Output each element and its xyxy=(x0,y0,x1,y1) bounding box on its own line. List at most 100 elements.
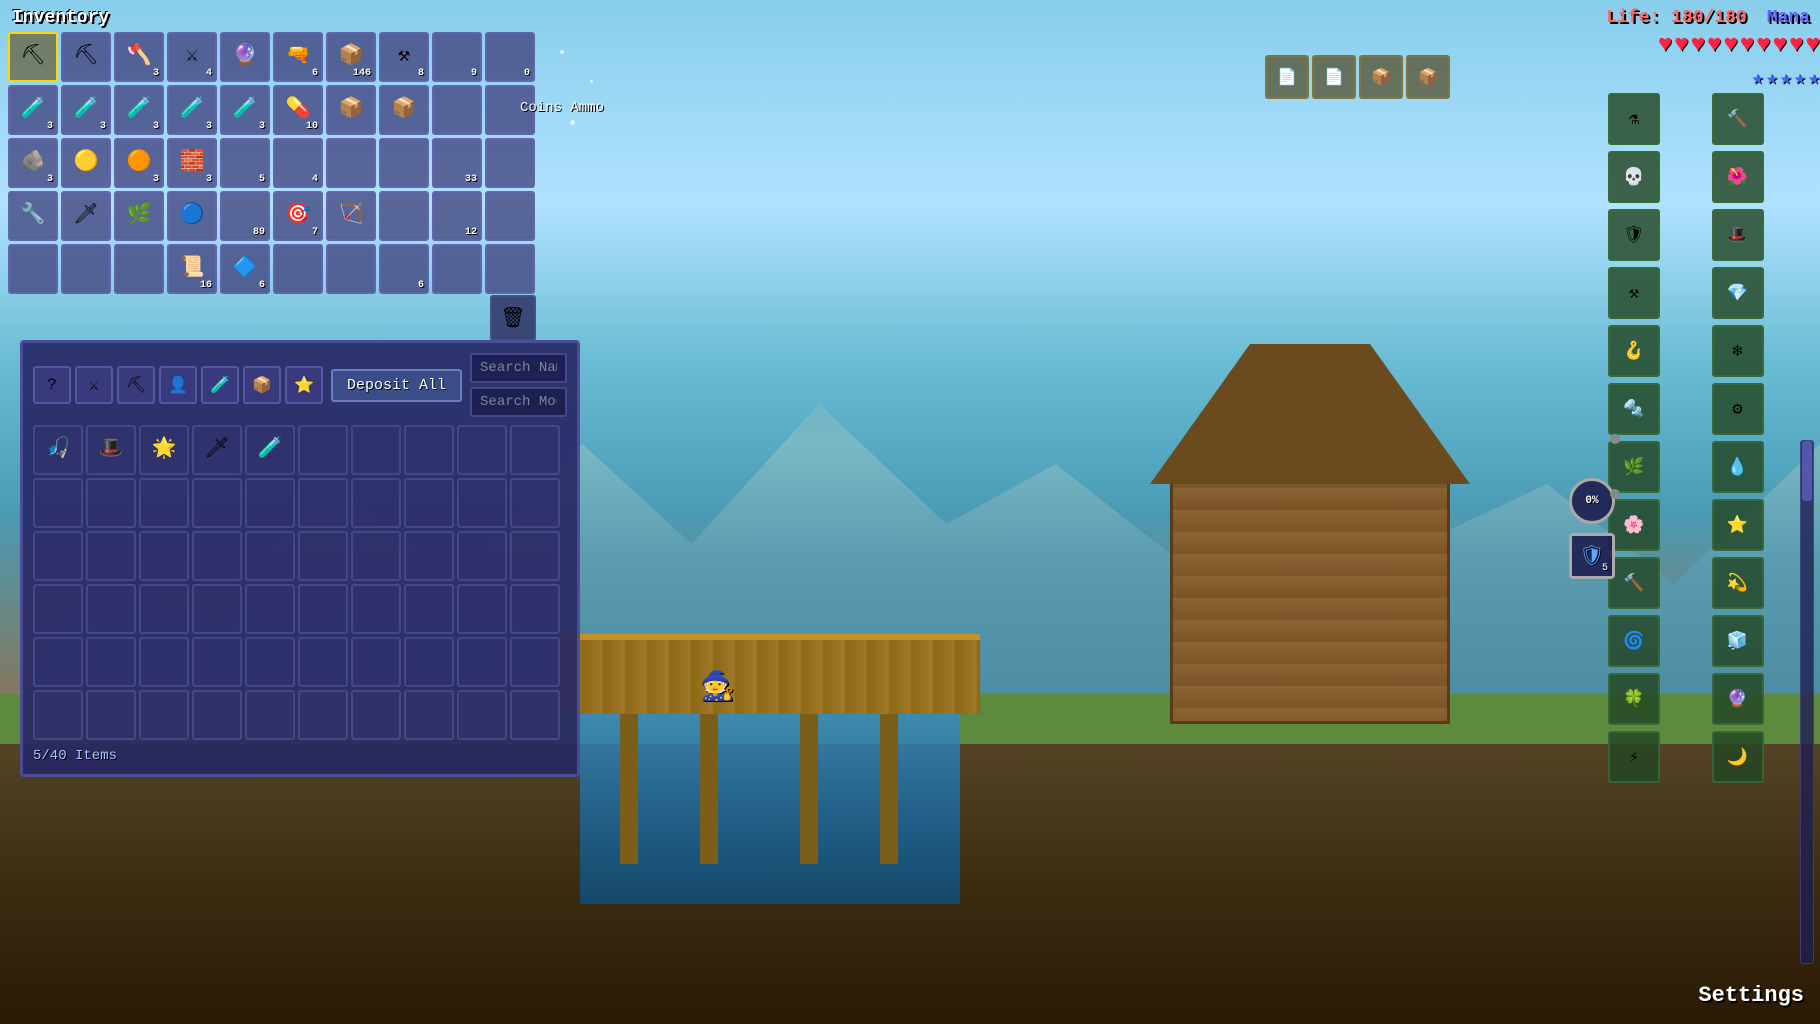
filter-icon-button[interactable]: 🧪 xyxy=(201,366,239,404)
storage-slot[interactable] xyxy=(33,584,83,634)
storage-slot[interactable] xyxy=(192,690,242,740)
right-panel-slot[interactable]: ❄ xyxy=(1712,325,1764,377)
storage-slot[interactable] xyxy=(139,637,189,687)
storage-slot[interactable] xyxy=(404,690,454,740)
inventory-slot[interactable]: 🔷6 xyxy=(220,244,270,294)
filter-icon-button[interactable]: 📦 xyxy=(243,366,281,404)
storage-slot[interactable] xyxy=(404,531,454,581)
right-panel-slot[interactable]: 🍀 xyxy=(1608,673,1660,725)
filter-icon-button[interactable]: ? xyxy=(33,366,71,404)
inventory-slot[interactable] xyxy=(485,244,535,294)
filter-icon-button[interactable]: ⛏ xyxy=(117,366,155,404)
right-panel-slot[interactable]: 🔨 xyxy=(1608,557,1660,609)
search-name-input[interactable] xyxy=(470,353,567,383)
deposit-all-button[interactable]: Deposit All xyxy=(331,369,462,402)
storage-slot[interactable] xyxy=(457,478,507,528)
right-panel-slot[interactable]: 🧊 xyxy=(1712,615,1764,667)
inventory-slot[interactable]: 📦 xyxy=(326,85,376,135)
storage-slot[interactable] xyxy=(351,637,401,687)
storage-slot[interactable] xyxy=(510,690,560,740)
right-panel-slot[interactable]: 💎 xyxy=(1712,267,1764,319)
inventory-slot[interactable]: 🎯7 xyxy=(273,191,323,241)
right-panel-slot[interactable]: 🌀 xyxy=(1608,615,1660,667)
storage-slot[interactable] xyxy=(33,531,83,581)
right-panel-slot[interactable]: 💧 xyxy=(1712,441,1764,493)
right-panel-slot[interactable]: 💀 xyxy=(1608,151,1660,203)
inventory-slot[interactable]: 🧪3 xyxy=(61,85,111,135)
inventory-slot[interactable]: 🧪3 xyxy=(8,85,58,135)
right-panel-slot[interactable]: 🛡 xyxy=(1608,209,1660,261)
right-panel-slot[interactable]: 🔮 xyxy=(1712,673,1764,725)
right-panel-slot[interactable]: ⚒ xyxy=(1608,267,1660,319)
accessory-slot-3[interactable]: 📦 xyxy=(1359,55,1403,99)
storage-slot[interactable] xyxy=(351,478,401,528)
right-panel-slot[interactable]: 💫 xyxy=(1712,557,1764,609)
settings-button[interactable]: Settings xyxy=(1698,983,1804,1008)
filter-icon-button[interactable]: ⭐ xyxy=(285,366,323,404)
right-panel-slot[interactable]: 🌿 xyxy=(1608,441,1660,493)
inventory-slot[interactable] xyxy=(432,85,482,135)
inventory-slot[interactable]: ⛏ xyxy=(8,32,58,82)
inventory-slot[interactable]: 📦 xyxy=(379,85,429,135)
storage-slot[interactable] xyxy=(86,478,136,528)
inventory-slot[interactable]: 🪓3 xyxy=(114,32,164,82)
storage-slot[interactable] xyxy=(86,531,136,581)
right-panel-slot[interactable]: 🌺 xyxy=(1712,151,1764,203)
accessory-slot-1[interactable]: 📄 xyxy=(1265,55,1309,99)
storage-slot[interactable] xyxy=(351,425,401,475)
inventory-slot[interactable]: 🔮 xyxy=(220,32,270,82)
storage-slot[interactable]: 🌟 xyxy=(139,425,189,475)
inventory-slot[interactable]: 12 xyxy=(432,191,482,241)
right-panel-slot[interactable]: ⚗ xyxy=(1608,93,1660,145)
storage-slot[interactable]: 🗡 xyxy=(192,425,242,475)
storage-slot[interactable] xyxy=(86,637,136,687)
inventory-slot[interactable]: 🔧 xyxy=(8,191,58,241)
inventory-slot[interactable]: ⛏ xyxy=(61,32,111,82)
storage-slot[interactable] xyxy=(510,478,560,528)
inventory-slot[interactable]: ⚔4 xyxy=(167,32,217,82)
inventory-slot[interactable] xyxy=(326,138,376,188)
storage-slot[interactable] xyxy=(139,478,189,528)
storage-slot[interactable] xyxy=(245,531,295,581)
storage-slot[interactable] xyxy=(245,637,295,687)
storage-slot[interactable] xyxy=(298,637,348,687)
inventory-slot[interactable] xyxy=(8,244,58,294)
inventory-slot[interactable]: 🧪3 xyxy=(114,85,164,135)
right-panel-slot[interactable]: ⚡ xyxy=(1608,731,1660,783)
storage-slot[interactable] xyxy=(192,637,242,687)
storage-slot[interactable] xyxy=(404,637,454,687)
filter-icon-button[interactable]: ⚔ xyxy=(75,366,113,404)
right-panel-slot[interactable]: 🎩 xyxy=(1712,209,1764,261)
inventory-slot[interactable] xyxy=(61,244,111,294)
storage-slot[interactable] xyxy=(298,425,348,475)
storage-slot[interactable] xyxy=(245,478,295,528)
inventory-slot[interactable]: 5 xyxy=(220,138,270,188)
storage-slot[interactable] xyxy=(86,690,136,740)
inventory-slot[interactable]: 89 xyxy=(220,191,270,241)
inventory-slot[interactable]: 📦146 xyxy=(326,32,376,82)
inventory-slot[interactable]: 🧪3 xyxy=(220,85,270,135)
inventory-slot[interactable]: 9 xyxy=(432,32,482,82)
storage-slot[interactable] xyxy=(33,478,83,528)
storage-slot[interactable] xyxy=(192,478,242,528)
right-panel-slot[interactable]: 🔨 xyxy=(1712,93,1764,145)
inventory-slot[interactable]: 🌿 xyxy=(114,191,164,241)
storage-slot[interactable] xyxy=(510,425,560,475)
storage-slot[interactable] xyxy=(457,637,507,687)
filter-icon-button[interactable]: 👤 xyxy=(159,366,197,404)
inventory-slot[interactable]: 🪨3 xyxy=(8,138,58,188)
storage-slot[interactable]: 🎣 xyxy=(33,425,83,475)
storage-slot[interactable] xyxy=(298,531,348,581)
inventory-slot[interactable]: 💊10 xyxy=(273,85,323,135)
storage-slot[interactable] xyxy=(86,584,136,634)
storage-slot[interactable] xyxy=(245,584,295,634)
storage-slot[interactable] xyxy=(139,531,189,581)
storage-slot[interactable]: 🎩 xyxy=(86,425,136,475)
inventory-slot[interactable]: 🗡 xyxy=(61,191,111,241)
storage-slot[interactable] xyxy=(404,425,454,475)
storage-slot[interactable] xyxy=(351,584,401,634)
inventory-slot[interactable]: ⚒8 xyxy=(379,32,429,82)
storage-slot[interactable] xyxy=(404,584,454,634)
storage-slot[interactable] xyxy=(510,584,560,634)
inventory-slot[interactable]: 🔫6 xyxy=(273,32,323,82)
